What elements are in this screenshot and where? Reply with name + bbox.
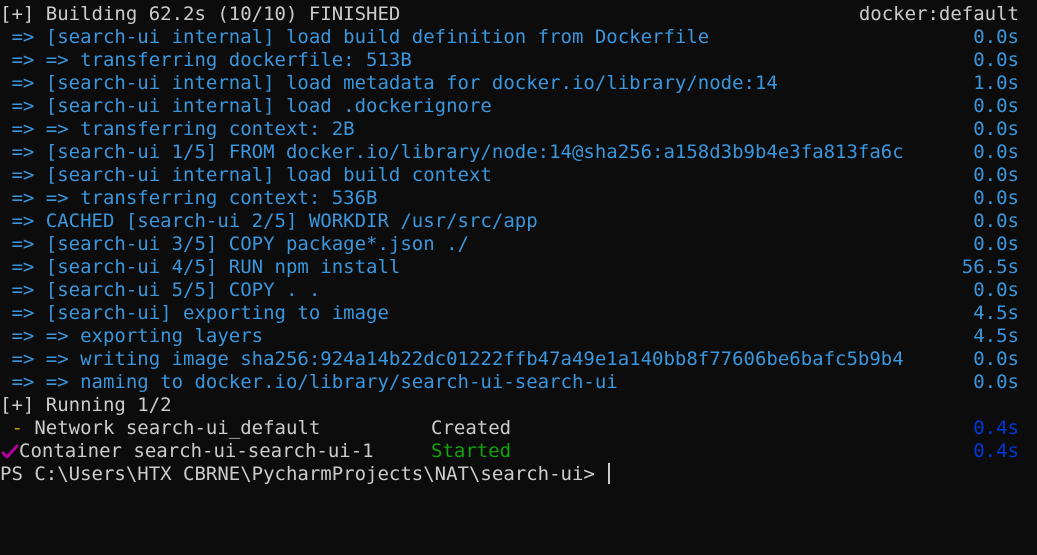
build-step-text: => [search-ui] exporting to image [0,302,389,324]
build-step-text: => [search-ui 3/5] COPY package*.json ./ [0,233,469,255]
build-step-text: => [search-ui internal] load build conte… [0,164,492,186]
build-step-text: => => transferring dockerfile: 513B [0,49,412,71]
build-step: => [search-ui internal] load build conte… [0,164,1037,187]
build-step: => => writing image sha256:924a14b22dc01… [0,348,1037,371]
network-name: Network search-ui_default [34,417,321,439]
build-step-time: 0.0s [973,210,1019,232]
build-step-time: 0.0s [973,141,1019,163]
build-step-text: => => naming to docker.io/library/search… [0,371,618,393]
build-step: => [search-ui] exporting to image 4.5s [0,302,1037,325]
build-step-text: => [search-ui 4/5] RUN npm install [0,256,401,278]
build-step-time: 4.5s [973,302,1019,324]
build-step-text: => [search-ui internal] load metadata fo… [0,72,778,94]
build-step-time: 0.0s [973,233,1019,255]
running-header: [+] Running 1/2 [0,394,1037,417]
build-step: => [search-ui 5/5] COPY . . 0.0s [0,279,1037,302]
build-step-time: 0.0s [973,348,1019,370]
build-step-text: => => writing image sha256:924a14b22dc01… [0,348,904,370]
container-row: Container search-ui-search-ui-1 Started … [0,440,1037,463]
build-step: => [search-ui internal] load build defin… [0,26,1037,49]
build-step-text: => [search-ui internal] load .dockerigno… [0,95,492,117]
build-step: => [search-ui 3/5] COPY package*.json ./… [0,233,1037,256]
build-step-time: 0.0s [973,164,1019,186]
build-header: [+] Building 62.2s (10/10) FINISHED dock… [0,3,1037,26]
build-step: => => exporting layers 4.5s [0,325,1037,348]
build-step: => [search-ui 4/5] RUN npm install 56.5s [0,256,1037,279]
terminal-window[interactable]: [+] Building 62.2s (10/10) FINISHED dock… [0,0,1037,504]
network-row: - Network search-ui_default Created 0.4s [0,417,1037,440]
build-step-text: => => exporting layers [0,325,264,347]
container-status: Started [431,440,512,462]
build-step: => [search-ui internal] load .dockerigno… [0,95,1037,118]
build-step-time: 0.0s [973,49,1019,71]
container-name: Container search-ui-search-ui-1 [19,440,374,462]
build-step-time: 0.0s [973,26,1019,48]
network-status: Created [431,417,512,439]
network-time: 0.4s [973,417,1019,439]
build-status: [+] Building 62.2s (10/10) FINISHED [0,3,401,25]
running-status: [+] Running 1/2 [0,394,172,416]
build-step-time: 0.0s [973,371,1019,393]
build-step-time: 0.0s [973,95,1019,117]
docker-context: docker:default [858,3,1019,25]
shell-prompt: PS C:\Users\HTX CBRNE\PycharmProjects\NA… [0,463,607,485]
build-step-time: 0.0s [973,118,1019,140]
build-step-text: => [search-ui internal] load build defin… [0,26,710,48]
bullet-icon: - [0,417,35,439]
prompt-line[interactable]: PS C:\Users\HTX CBRNE\PycharmProjects\NA… [0,463,1037,486]
build-step-text: => [search-ui 5/5] COPY . . [0,279,321,301]
build-step-time: 0.0s [973,187,1019,209]
build-step-text: => CACHED [search-ui 2/5] WORKDIR /usr/s… [0,210,538,232]
check-icon [0,440,19,463]
build-step-text: => => transferring context: 536B [0,187,378,209]
build-step: => [search-ui 1/5] FROM docker.io/librar… [0,141,1037,164]
container-time: 0.4s [973,440,1019,462]
build-step: => => transferring context: 536B 0.0s [0,187,1037,210]
text-cursor [608,463,611,484]
build-step: => CACHED [search-ui 2/5] WORKDIR /usr/s… [0,210,1037,233]
build-step-text: => [search-ui 1/5] FROM docker.io/librar… [0,141,904,163]
build-step-time: 1.0s [973,72,1019,94]
build-step-time: 0.0s [973,279,1019,301]
build-step-time: 4.5s [973,325,1019,347]
build-step: => => transferring dockerfile: 513B 0.0s [0,49,1037,72]
build-step: => => transferring context: 2B 0.0s [0,118,1037,141]
build-step: => [search-ui internal] load metadata fo… [0,72,1037,95]
build-step-text: => => transferring context: 2B [0,118,355,140]
build-step-time: 56.5s [961,256,1019,278]
build-step: => => naming to docker.io/library/search… [0,371,1037,394]
